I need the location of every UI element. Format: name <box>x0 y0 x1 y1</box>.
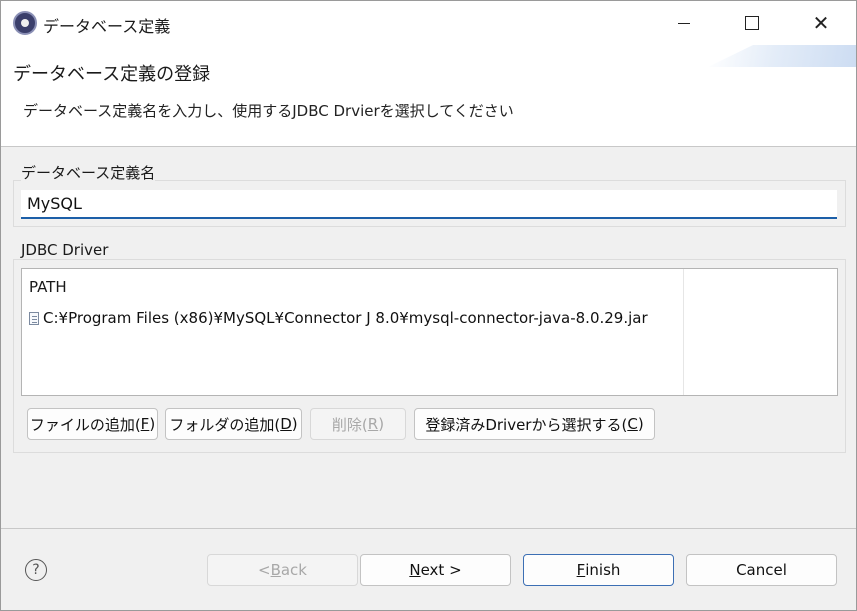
page-title: データベース定義の登録 <box>13 64 211 85</box>
add-file-mnemonic: F <box>140 415 150 433</box>
column-divider <box>683 269 684 395</box>
back-rest: ack <box>280 561 307 579</box>
close-icon: ✕ <box>812 11 830 35</box>
eclipse-app-icon <box>13 11 37 35</box>
back-prefix: < <box>257 561 271 579</box>
add-file-label: ファイルの追加( <box>29 415 141 434</box>
maximize-icon <box>745 16 759 30</box>
finish-button[interactable]: Finish <box>523 554 674 586</box>
close-button[interactable]: ✕ <box>787 1 855 45</box>
minimize-button[interactable] <box>650 1 718 45</box>
help-icon[interactable]: ? <box>25 559 47 581</box>
next-button[interactable]: Next > <box>360 554 511 586</box>
next-rest: ext > <box>420 561 462 579</box>
add-file-button[interactable]: ファイルの追加(F) <box>27 408 158 440</box>
finish-mnemonic: F <box>576 561 586 579</box>
page-description: データベース定義名を入力し、使用するJDBC Drvierを選択してください <box>23 102 514 120</box>
definition-name-input[interactable] <box>21 190 837 219</box>
cancel-button[interactable]: Cancel <box>686 554 837 586</box>
minimize-icon <box>678 22 690 24</box>
footer-separator <box>1 528 856 529</box>
driver-group-label: JDBC Driver <box>21 241 109 259</box>
back-mnemonic: B <box>270 561 281 579</box>
select-registered-driver-button[interactable]: 登録済みDriverから選択する(C) <box>414 408 655 440</box>
select-registered-label: 登録済みDriverから選択する( <box>425 415 628 434</box>
driver-path: C:¥Program Files (x86)¥MySQL¥Connector J… <box>43 309 648 327</box>
remove-close: ) <box>378 415 385 433</box>
wizard-banner: データベース定義の登録 データベース定義名を入力し、使用するJDBC Drvie… <box>1 45 856 147</box>
column-header-path: PATH <box>29 278 67 296</box>
select-registered-close: ) <box>637 415 644 433</box>
select-registered-mnemonic: C <box>627 415 638 433</box>
remove-label: 削除( <box>331 415 368 434</box>
window-title: データベース定義 <box>43 17 171 36</box>
jar-file-icon <box>29 311 39 325</box>
add-folder-close: ) <box>291 415 298 433</box>
add-file-close: ) <box>149 415 156 433</box>
cancel-label: Cancel <box>736 561 787 579</box>
add-folder-button[interactable]: フォルダの追加(D) <box>165 408 302 440</box>
remove-mnemonic: R <box>367 415 379 433</box>
table-row[interactable]: C:¥Program Files (x86)¥MySQL¥Connector J… <box>29 307 648 329</box>
add-folder-mnemonic: D <box>280 415 292 433</box>
name-group-label: データベース定義名 <box>21 162 156 183</box>
remove-button[interactable]: 削除(R) <box>310 408 406 440</box>
back-button[interactable]: < Back <box>207 554 358 586</box>
dialog-window: データベース定義 ✕ データベース定義の登録 データベース定義名を入力し、使用す… <box>0 0 857 611</box>
driver-path-table[interactable]: PATH C:¥Program Files (x86)¥MySQL¥Connec… <box>21 268 838 396</box>
banner-decoration <box>708 45 856 67</box>
next-mnemonic: N <box>409 561 421 579</box>
maximize-button[interactable] <box>718 1 786 45</box>
finish-rest: inish <box>585 561 621 579</box>
add-folder-label: フォルダの追加( <box>169 415 281 434</box>
title-bar: データベース定義 ✕ <box>1 1 856 45</box>
